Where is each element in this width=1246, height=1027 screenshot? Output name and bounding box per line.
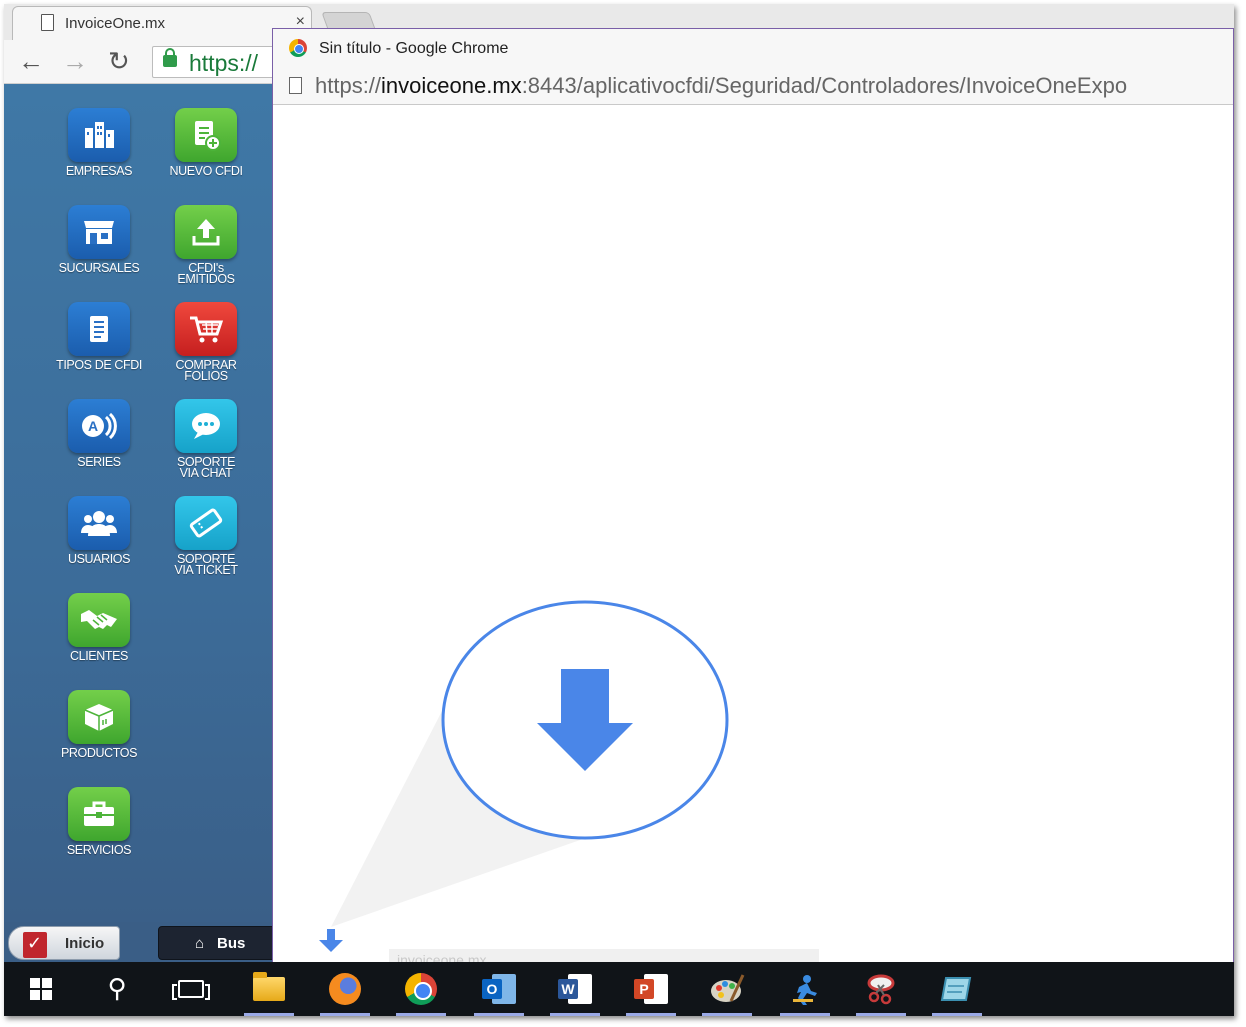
back-icon[interactable]: ←: [18, 46, 44, 77]
document-list-icon: [68, 302, 130, 356]
taskbar-powerpoint[interactable]: P: [620, 962, 682, 1016]
windows-taskbar: ⚲ O W P: [4, 962, 1234, 1016]
ticket-icon: [175, 496, 237, 550]
outlook-icon: O: [482, 974, 516, 1004]
busqueda-button[interactable]: ⌂ Bus: [158, 926, 278, 960]
app-empresas[interactable]: EMPRESAS: [44, 108, 154, 177]
app-label: SERIES: [77, 455, 121, 469]
app-label: COMPRAR FOLIOS: [175, 358, 237, 383]
upload-icon: [175, 205, 237, 259]
chat-icon: [175, 399, 237, 453]
search-icon: ⚲: [107, 974, 127, 1004]
series-icon: A: [68, 399, 130, 453]
paint-palette-icon: [711, 974, 745, 1002]
app-label: TIPOS DE CFDI: [56, 358, 142, 372]
windows-logo-icon: [30, 978, 52, 1000]
start-button[interactable]: [10, 962, 72, 1016]
taskbar-app-runner[interactable]: [774, 962, 836, 1016]
taskbar-file-explorer[interactable]: [238, 962, 300, 1016]
notes-app-icon: [940, 977, 972, 1001]
app-servicios[interactable]: SERVICIOS: [44, 787, 154, 856]
bg-tab-title: InvoiceOne.mx: [65, 15, 166, 32]
app-label: CLIENTES: [70, 649, 128, 663]
taskbar-word[interactable]: W: [544, 962, 606, 1016]
taskbar-notes-app[interactable]: [926, 962, 988, 1016]
inicio-button[interactable]: Inicio: [8, 926, 120, 960]
task-view-icon: [172, 980, 210, 1000]
task-view-button[interactable]: [160, 962, 222, 1016]
taskbar-firefox[interactable]: [314, 962, 376, 1016]
users-icon: [68, 496, 130, 550]
app-label: USUARIOS: [67, 552, 131, 566]
bg-url-text: https://: [189, 50, 259, 76]
app-label: SOPORTE VIA TICKET: [174, 552, 238, 577]
download-arrow-icon[interactable]: [315, 927, 347, 957]
screenshot-frame: InvoiceOne.mx × ← → ↻ https:// EMPRESAS …: [4, 4, 1234, 1016]
firefox-icon: [329, 973, 361, 1005]
app-label: NUEVO CFDI: [169, 164, 243, 178]
app-sucursales[interactable]: SUCURSALES: [44, 205, 154, 274]
app-soporte-via-chat[interactable]: SOPORTE VIA CHAT: [151, 399, 261, 479]
store-icon: [68, 205, 130, 259]
briefcase-icon: [68, 787, 130, 841]
app-label: PRODUCTOS: [60, 746, 138, 760]
search-button[interactable]: ⚲: [86, 962, 148, 1016]
app-cfdis-emitidos[interactable]: CFDI's EMITIDOS: [151, 205, 261, 285]
app-label: SERVICIOS: [66, 843, 132, 857]
taskbar-chrome[interactable]: [390, 962, 452, 1016]
handshake-icon: [68, 593, 130, 647]
popup-chrome-window: Sin título - Google Chrome https://invoi…: [272, 28, 1234, 971]
app-series[interactable]: A SERIES: [44, 399, 154, 468]
pdf-icon: [23, 932, 47, 958]
lock-icon: [163, 48, 177, 67]
taskbar-paint[interactable]: [696, 962, 758, 1016]
app-clientes[interactable]: CLIENTES: [44, 593, 154, 662]
app-usuarios[interactable]: USUARIOS: [44, 496, 154, 565]
app-label: SUCURSALES: [58, 261, 140, 275]
app-productos[interactable]: PRODUCTOS: [44, 690, 154, 759]
scissors-icon: [867, 974, 895, 1005]
powerpoint-icon: P: [634, 974, 668, 1004]
svg-text:A: A: [88, 418, 98, 434]
app-label: SOPORTE VIA CHAT: [176, 455, 236, 480]
app-nuevo-cfdi[interactable]: NUEVO CFDI: [151, 108, 261, 177]
forward-icon[interactable]: →: [62, 46, 88, 77]
app-soporte-via-ticket[interactable]: SOPORTE VIA TICKET: [151, 496, 261, 576]
taskbar-outlook[interactable]: O: [468, 962, 530, 1016]
zoom-callout: [331, 600, 729, 927]
word-icon: W: [558, 974, 592, 1004]
box-icon: [68, 690, 130, 744]
app-label: CFDI's EMITIDOS: [177, 261, 235, 286]
page-icon: [41, 14, 54, 31]
binoculars-icon: ⌂: [195, 935, 205, 952]
app-comprar-folios[interactable]: COMPRAR FOLIOS: [151, 302, 261, 382]
chrome-icon: [405, 973, 437, 1005]
app-bottom-bar: Inicio ⌂ Bus: [4, 922, 278, 962]
busqueda-label: Bus: [217, 935, 246, 952]
folder-icon: [253, 972, 285, 1001]
reload-icon[interactable]: ↻: [108, 46, 130, 77]
shopping-cart-icon: [175, 302, 237, 356]
app-label: EMPRESAS: [65, 164, 133, 178]
app-tipos-de-cfdi[interactable]: TIPOS DE CFDI: [44, 302, 154, 371]
buildings-icon: [68, 108, 130, 162]
taskbar-snipping-tool[interactable]: [850, 962, 912, 1016]
bg-browser-tab[interactable]: InvoiceOne.mx ×: [12, 6, 312, 40]
app-launcher-panel: EMPRESAS NUEVO CFDI SUCURSALES CFDI's EM…: [4, 84, 272, 922]
runner-app-icon: [793, 975, 817, 1005]
new-document-icon: [175, 108, 237, 162]
inicio-label: Inicio: [65, 935, 105, 952]
